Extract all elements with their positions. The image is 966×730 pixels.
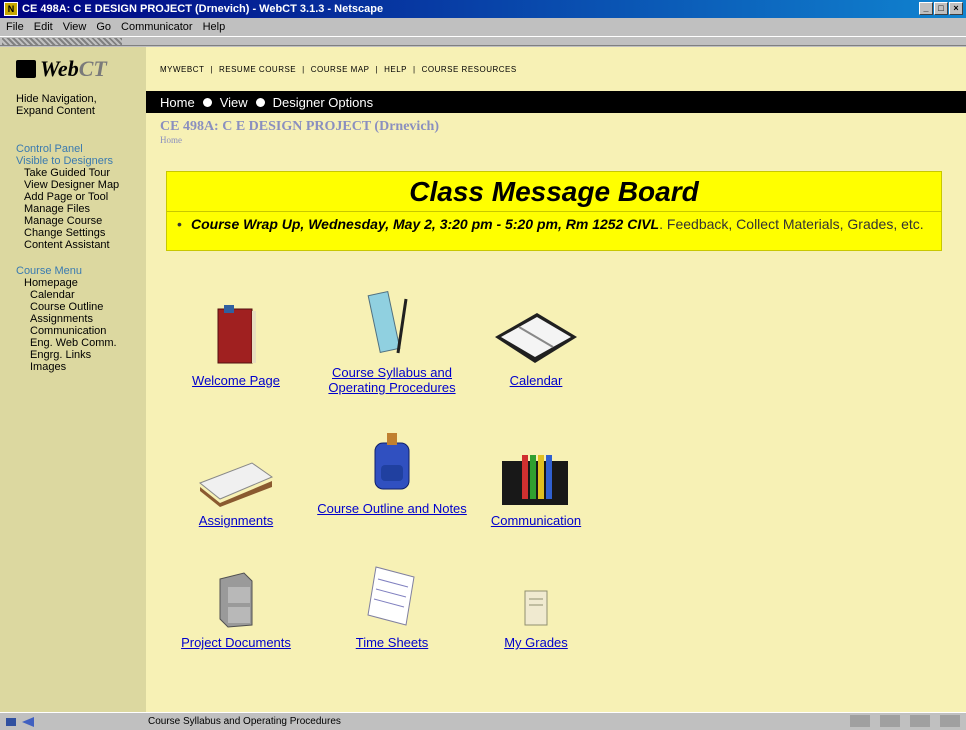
report-icon[interactable] <box>521 587 551 629</box>
project-documents-tile[interactable]: Project Documents <box>156 549 316 650</box>
composer-icon[interactable] <box>940 715 960 727</box>
page-title: CE 498A: C E DESIGN PROJECT (Drnevich) <box>160 119 439 134</box>
file-sorter-icon[interactable] <box>496 451 576 507</box>
security-icon[interactable] <box>4 715 44 729</box>
project-documents-link[interactable]: Project Documents <box>156 635 316 650</box>
menu-view[interactable]: View <box>63 21 87 33</box>
nav-course-resources[interactable]: COURSE RESOURCES <box>422 65 517 74</box>
sidebar-item-guided-tour[interactable]: Take Guided Tour <box>24 167 146 179</box>
inbox-tray-icon[interactable] <box>196 457 276 507</box>
status-text: Course Syllabus and Operating Procedures <box>148 716 341 727</box>
message-board-title: Class Message Board <box>167 172 941 212</box>
radio-designer-icon[interactable] <box>255 97 265 107</box>
window-controls: _ □ × <box>919 2 963 15</box>
crumb-home[interactable]: Home <box>160 95 195 110</box>
sidebar-item-calendar[interactable]: Calendar <box>30 289 146 301</box>
control-panel-heading[interactable]: Control Panel <box>16 143 146 155</box>
hide-navigation-link[interactable]: Hide Navigation, <box>16 93 146 105</box>
nav-mywebct[interactable]: MYWEBCT <box>160 65 204 74</box>
breadcrumb: Home View Designer Options <box>146 91 966 113</box>
calendar-link[interactable]: Calendar <box>456 373 616 388</box>
menu-edit[interactable]: Edit <box>34 21 53 33</box>
syllabus-icon[interactable] <box>362 289 422 359</box>
syllabus-tile[interactable]: Course Syllabus and Operating Procedures <box>312 279 472 395</box>
toolbar-grip[interactable] <box>2 38 122 45</box>
crumb-designer-options[interactable]: Designer Options <box>273 95 373 110</box>
window-title: CE 498A: C E DESIGN PROJECT (Drnevich) -… <box>22 3 384 15</box>
discussion-icon[interactable] <box>910 715 930 727</box>
sidebar-item-add-page[interactable]: Add Page or Tool <box>24 191 146 203</box>
communication-link[interactable]: Communication <box>456 513 616 528</box>
collapsed-toolbar[interactable] <box>0 36 966 46</box>
menu-bar: File Edit View Go Communicator Help <box>0 18 966 36</box>
welcome-page-tile[interactable]: Welcome Page <box>156 287 316 388</box>
window-titlebar: N CE 498A: C E DESIGN PROJECT (Drnevich)… <box>0 0 966 18</box>
browser-content: Web CT Hide Navigation, Expand Content Co… <box>0 47 966 712</box>
nav-course-map[interactable]: COURSE MAP <box>311 65 370 74</box>
sidebar-item-manage-course[interactable]: Manage Course <box>24 215 146 227</box>
menu-file[interactable]: File <box>6 21 24 33</box>
top-navigation: MYWEBCT | RESUME COURSE | COURSE MAP | HELP… <box>146 47 966 91</box>
close-icon[interactable]: × <box>949 2 963 15</box>
menu-go[interactable]: Go <box>96 21 111 33</box>
sidebar-item-designer-map[interactable]: View Designer Map <box>24 179 146 191</box>
communication-tile[interactable]: Communication <box>456 427 616 528</box>
class-message-board: Class Message Board Course Wrap Up, Wedn… <box>166 171 942 251</box>
file-cabinet-icon[interactable] <box>214 569 258 629</box>
sidebar-item-manage-files[interactable]: Manage Files <box>24 203 146 215</box>
time-sheets-link[interactable]: Time Sheets <box>312 635 472 650</box>
expand-content-link[interactable]: Expand Content <box>16 105 146 117</box>
menu-help[interactable]: Help <box>203 21 226 33</box>
netscape-icon: N <box>4 2 18 16</box>
mail-icon[interactable] <box>880 715 900 727</box>
calendar-icon[interactable] <box>491 307 581 367</box>
my-grades-tile[interactable]: My Grades <box>456 549 616 650</box>
minimize-icon[interactable]: _ <box>919 2 933 15</box>
assignments-link[interactable]: Assignments <box>156 513 316 528</box>
notepad-icon[interactable] <box>362 563 422 629</box>
book-icon[interactable] <box>214 305 258 367</box>
sidebar: Web CT Hide Navigation, Expand Content Co… <box>0 47 146 712</box>
message-rest: . Feedback, Collect Materials, Grades, e… <box>659 216 924 232</box>
logo-web: Web <box>40 56 79 81</box>
status-bar: Course Syllabus and Operating Procedures <box>0 712 966 730</box>
menu-communicator[interactable]: Communicator <box>121 21 193 33</box>
sidebar-item-homepage[interactable]: Homepage <box>24 277 146 289</box>
sidebar-item-engrg-links[interactable]: Engrg. Links <box>30 349 146 361</box>
backpack-icon[interactable] <box>367 431 417 495</box>
crumb-view[interactable]: View <box>220 95 248 110</box>
main-content: MYWEBCT | RESUME COURSE | COURSE MAP | HELP… <box>146 47 966 712</box>
sidebar-item-change-settings[interactable]: Change Settings <box>24 227 146 239</box>
syllabus-link[interactable]: Course Syllabus and Operating Procedures <box>312 365 472 395</box>
message-board-item: Course Wrap Up, Wednesday, May 2, 3:20 p… <box>167 212 941 232</box>
webct-logo: Web CT <box>0 47 146 91</box>
component-bar <box>850 715 960 727</box>
radio-view-icon[interactable] <box>202 97 212 107</box>
logo-ct: CT <box>78 56 107 81</box>
sidebar-item-communication[interactable]: Communication <box>30 325 146 337</box>
time-sheets-tile[interactable]: Time Sheets <box>312 549 472 650</box>
nav-resume-course[interactable]: RESUME COURSE <box>219 65 296 74</box>
nav-help[interactable]: HELP <box>384 65 407 74</box>
calendar-tile[interactable]: Calendar <box>456 287 616 388</box>
course-outline-link[interactable]: Course Outline and Notes <box>312 501 472 516</box>
home-link[interactable]: Home <box>160 135 966 145</box>
course-menu-heading: Course Menu <box>16 265 83 277</box>
visible-to-designers: Visible to Designers <box>16 155 114 167</box>
sidebar-item-assignments[interactable]: Assignments <box>30 313 146 325</box>
assignments-tile[interactable]: Assignments <box>156 427 316 528</box>
course-outline-tile[interactable]: Course Outline and Notes <box>312 415 472 516</box>
navigator-icon[interactable] <box>850 715 870 727</box>
sidebar-item-eng-web-comm[interactable]: Eng. Web Comm. <box>30 337 146 349</box>
my-grades-link[interactable]: My Grades <box>456 635 616 650</box>
message-highlight: Course Wrap Up, Wednesday, May 2, 3:20 p… <box>191 216 660 232</box>
sidebar-item-course-outline[interactable]: Course Outline <box>30 301 146 313</box>
sidebar-item-content-assistant[interactable]: Content Assistant <box>24 239 146 251</box>
webct-logo-icon <box>16 60 36 78</box>
welcome-page-link[interactable]: Welcome Page <box>156 373 316 388</box>
sidebar-item-images[interactable]: Images <box>30 361 146 373</box>
maximize-icon[interactable]: □ <box>934 2 948 15</box>
